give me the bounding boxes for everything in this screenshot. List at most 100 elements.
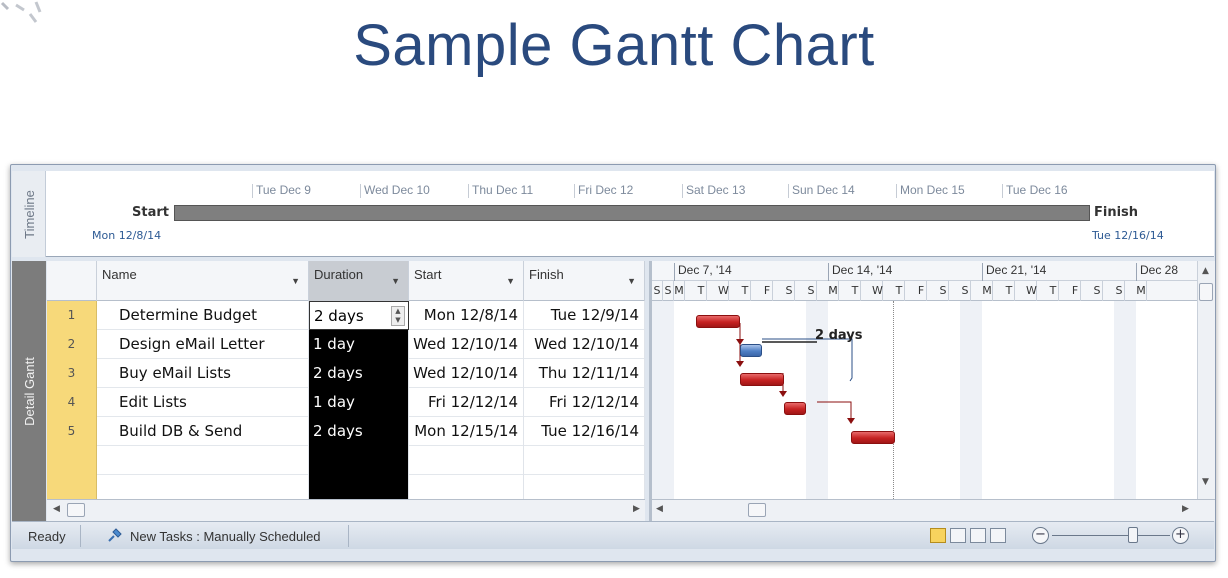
select-all-cell[interactable]	[47, 261, 97, 301]
zoom-out-icon[interactable]: −	[1032, 527, 1049, 544]
duration-cell[interactable]: 2 days	[309, 417, 409, 446]
scroll-right-icon[interactable]: ▶	[633, 504, 640, 514]
row-id[interactable]: 5	[47, 417, 97, 446]
finish-cell[interactable]: Tue 12/16/14	[524, 417, 645, 446]
timeline-date: Wed Dec 10	[360, 184, 430, 198]
column-header-finish[interactable]: Finish ▼	[524, 261, 645, 301]
duration-cell[interactable]	[309, 475, 409, 499]
timeline-date: Tue Dec 9	[252, 184, 311, 198]
slide-title: Sample Gantt Chart	[353, 13, 875, 78]
row-id[interactable]: 2	[47, 330, 97, 359]
row-id[interactable]: 1	[47, 301, 97, 330]
task-name-cell[interactable]	[97, 446, 309, 475]
timeline-date: Thu Dec 11	[468, 184, 533, 198]
zoom-slider-thumb[interactable]	[1128, 527, 1138, 543]
task-usage-view-button[interactable]	[950, 528, 966, 543]
zoom-in-icon[interactable]: +	[1172, 527, 1189, 544]
task-name-cell[interactable]: Buy eMail Lists	[97, 359, 309, 388]
empty-row[interactable]	[47, 446, 645, 475]
finish-cell[interactable]: Tue 12/9/14	[524, 301, 645, 330]
finish-cell[interactable]	[524, 446, 645, 475]
duration-cell[interactable]: 1 day	[309, 330, 409, 359]
start-cell[interactable]: Mon 12/8/14	[409, 301, 524, 330]
gantt-bar-selected[interactable]	[740, 344, 762, 357]
scroll-thumb[interactable]	[67, 503, 85, 517]
finish-cell[interactable]: Wed 12/10/14	[524, 330, 645, 359]
timeline-pane[interactable]: Timeline Tue Dec 9 Wed Dec 10 Thu Dec 11…	[12, 171, 1214, 257]
duration-cell[interactable]	[309, 446, 409, 475]
scroll-down-icon[interactable]: ▼	[1202, 477, 1209, 487]
finish-cell[interactable]: Fri 12/12/14	[524, 388, 645, 417]
filter-arrow-icon[interactable]: ▼	[627, 276, 636, 286]
duration-cell[interactable]: 1 day	[309, 388, 409, 417]
task-name-cell[interactable]	[97, 475, 309, 499]
scroll-left-icon[interactable]: ◀	[53, 504, 60, 514]
column-header-duration[interactable]: Duration ▼	[309, 261, 409, 301]
gantt-bar[interactable]	[851, 431, 895, 444]
row-id[interactable]: 4	[47, 388, 97, 417]
task-grid: Name ▼ Duration ▼ Start ▼ Finish ▼ 1 Det…	[47, 261, 645, 499]
task-name-cell[interactable]: Determine Budget	[97, 301, 309, 330]
table-row[interactable]: 4 Edit Lists 1 day Fri 12/12/14 Fri 12/1…	[47, 388, 645, 417]
row-id[interactable]: 3	[47, 359, 97, 388]
timeline-label: Timeline	[21, 189, 37, 239]
column-header-start[interactable]: Start ▼	[409, 261, 524, 301]
column-header-name[interactable]: Name ▼	[97, 261, 309, 301]
finish-cell[interactable]	[524, 475, 645, 499]
table-row[interactable]: 2 Design eMail Letter 1 day Wed 12/10/14…	[47, 330, 645, 359]
timeline-finish-label: Finish	[1094, 205, 1139, 220]
chart-vertical-scrollbar[interactable]: ▲ ▼	[1197, 261, 1215, 499]
start-cell[interactable]	[409, 475, 524, 499]
team-planner-view-button[interactable]	[970, 528, 986, 543]
duration-value[interactable]: 2 days	[314, 307, 364, 325]
table-row[interactable]: 3 Buy eMail Lists 2 days Wed 12/10/14 Th…	[47, 359, 645, 388]
gantt-bar[interactable]	[696, 315, 740, 328]
duration-cell-editing[interactable]: 2 days ▲ ▼	[309, 301, 409, 330]
pushpin-icon[interactable]	[106, 528, 124, 544]
scroll-up-icon[interactable]: ▲	[1202, 266, 1209, 276]
start-cell[interactable]	[409, 446, 524, 475]
timeline-start-date: Mon 12/8/14	[92, 229, 162, 242]
task-mode-status[interactable]: New Tasks : Manually Scheduled	[130, 529, 321, 544]
status-ready: Ready	[28, 529, 66, 544]
task-name-cell[interactable]: Build DB & Send	[97, 417, 309, 446]
timeline-date: Mon Dec 15	[896, 184, 965, 198]
filter-arrow-icon[interactable]: ▼	[291, 276, 300, 286]
start-cell[interactable]: Wed 12/10/14	[409, 330, 524, 359]
scroll-thumb[interactable]	[1199, 283, 1213, 301]
empty-row[interactable]	[47, 475, 645, 499]
gantt-bar[interactable]	[784, 402, 806, 415]
chart-horizontal-scrollbar[interactable]: ◀ ▶	[649, 499, 1215, 521]
timeline-side-tab: Timeline	[12, 171, 46, 257]
gantt-chart-pane[interactable]: Dec 7, '14 Dec 14, '14 Dec 21, '14 Dec 2…	[649, 261, 1215, 499]
grid-horizontal-scrollbar[interactable]: ◀ ▶	[47, 499, 645, 521]
filter-arrow-icon[interactable]: ▼	[391, 276, 400, 286]
duration-spinner-icon[interactable]: ▲ ▼	[391, 306, 405, 326]
filter-arrow-icon[interactable]: ▼	[506, 276, 515, 286]
timeline-bar[interactable]	[174, 205, 1090, 221]
duration-label: 2 days	[815, 328, 863, 343]
timeline-date: Fri Dec 12	[574, 184, 633, 198]
start-cell[interactable]: Wed 12/10/14	[409, 359, 524, 388]
scroll-thumb[interactable]	[748, 503, 766, 517]
duration-cell[interactable]: 2 days	[309, 359, 409, 388]
finish-cell[interactable]: Thu 12/11/14	[524, 359, 645, 388]
gantt-side-tab: Detail Gantt	[12, 261, 46, 521]
gantt-bar[interactable]	[740, 373, 784, 386]
zoom-slider-track[interactable]	[1052, 535, 1170, 536]
table-row[interactable]: 5 Build DB & Send 2 days Mon 12/15/14 Tu…	[47, 417, 645, 446]
row-id[interactable]	[47, 446, 97, 475]
resource-sheet-view-button[interactable]	[990, 528, 1006, 543]
start-cell[interactable]: Mon 12/15/14	[409, 417, 524, 446]
gantt-view-button[interactable]	[930, 528, 946, 543]
row-id[interactable]	[47, 475, 97, 499]
timeline-finish-date: Tue 12/16/14	[1092, 229, 1164, 242]
column-header-finish-label: Finish	[529, 267, 564, 282]
grid-header: Name ▼ Duration ▼ Start ▼ Finish ▼	[47, 261, 645, 301]
task-name-cell[interactable]: Design eMail Letter	[97, 330, 309, 359]
start-cell[interactable]: Fri 12/12/14	[409, 388, 524, 417]
scroll-right-icon[interactable]: ▶	[1182, 504, 1189, 514]
table-row[interactable]: 1 Determine Budget 2 days ▲ ▼ Mon 12/8/14…	[47, 301, 645, 330]
task-name-cell[interactable]: Edit Lists	[97, 388, 309, 417]
scroll-left-icon[interactable]: ◀	[656, 504, 663, 514]
